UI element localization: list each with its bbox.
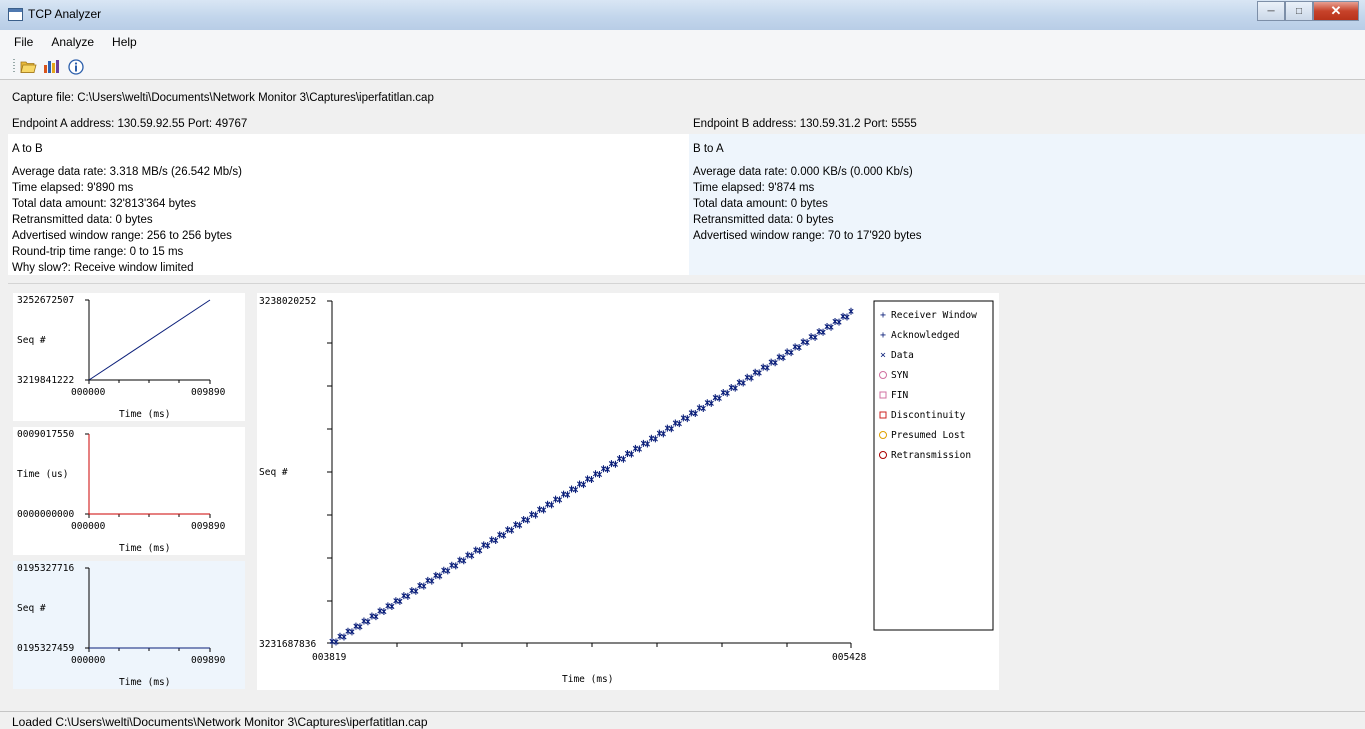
data-series (329, 307, 854, 646)
data-marker: × (880, 350, 886, 361)
menu-analyze[interactable]: Analyze (51, 35, 94, 49)
menu-bar: File Analyze Help (0, 30, 1365, 54)
legend-item: SYN (891, 370, 908, 381)
x-tick-label: 000000 (71, 655, 106, 666)
status-text: Loaded C:\Users\welti\Documents\Network … (12, 715, 428, 729)
x-tick-label: 000000 (71, 521, 106, 532)
legend-item: Acknowledged (891, 330, 960, 341)
title-bar: TCP Analyzer ─ □ ✕ (0, 0, 1365, 30)
tick-marks (85, 433, 211, 518)
maximize-icon[interactable]: □ (1285, 1, 1313, 21)
x-tick-label: 003819 (312, 652, 347, 663)
mini-b-seq-chart: 0195327716 0195327459 000000 009890 Seq … (17, 563, 226, 688)
legend-item: FIN (891, 390, 908, 401)
a-to-b-line: Retransmitted data: 0 bytes (12, 214, 153, 226)
b-to-a-line: Average data rate: 0.000 KB/s (0.000 Kb/… (693, 166, 913, 178)
toolbar-grip[interactable] (13, 59, 15, 74)
mini-seq-chart-panel[interactable]: 3252672507 3219841222 000000 009890 Seq … (13, 293, 245, 421)
rtt-series-line (88, 434, 210, 515)
seq-series-line (88, 299, 211, 381)
connection-info-panel: Capture file: C:\Users\welti\Documents\N… (8, 82, 1365, 275)
menu-file[interactable]: File (14, 35, 33, 49)
a-to-b-line: Total data amount: 32'813'364 bytes (12, 198, 197, 210)
legend-item: Discontinuity (891, 410, 966, 421)
capture-file-row: Capture file: C:\Users\welti\Documents\N… (12, 92, 434, 104)
main-seq-chart-panel[interactable]: 3238020252 3231687836 003819 005428 Seq … (257, 293, 999, 690)
x-tick-label: 009890 (191, 387, 226, 398)
b-to-a-title: B to A (693, 143, 724, 155)
status-bar: Loaded C:\Users\welti\Documents\Network … (0, 711, 1365, 729)
legend-item: Retransmission (891, 450, 971, 461)
legend-item: Receiver Window (891, 310, 977, 321)
a-to-b-line: Time elapsed: 9'890 ms (12, 182, 134, 194)
a-to-b-title: A to B (12, 143, 43, 155)
open-folder-icon[interactable] (20, 58, 37, 75)
a-to-b-stats: A to B Average data rate: 3.318 MB/s (26… (8, 134, 689, 275)
y-tick-label: 3231687836 (259, 639, 316, 650)
x-tick-label: 009890 (191, 655, 226, 666)
y-tick-label: 3219841222 (17, 375, 74, 386)
a-to-b-line: Average data rate: 3.318 MB/s (26.542 Mb… (12, 166, 242, 178)
legend-item: Data (891, 350, 914, 361)
mini-rtt-chart-panel[interactable]: 0009017550 0000000000 000000 009890 Time… (13, 427, 245, 555)
analyze-chart-icon[interactable] (43, 58, 60, 75)
mini-seq-chart: 3252672507 3219841222 000000 009890 Seq … (17, 295, 226, 420)
receiver-window-marker: + (880, 310, 886, 321)
b-to-a-line: Time elapsed: 9'874 ms (693, 182, 815, 194)
b-to-a-line: Retransmitted data: 0 bytes (693, 214, 834, 226)
data-point (848, 307, 854, 315)
window-title: TCP Analyzer (28, 7, 102, 21)
x-axis-label: Time (ms) (119, 409, 170, 420)
menu-help[interactable]: Help (112, 35, 137, 49)
toolbar (0, 54, 1365, 80)
y-axis-label: Seq # (17, 335, 46, 346)
tick-marks (327, 300, 852, 648)
a-to-b-line: Why slow?: Receive window limited (12, 262, 194, 274)
capture-file-path: C:\Users\welti\Documents\Network Monitor… (77, 92, 434, 104)
x-tick-label: 009890 (191, 521, 226, 532)
app-icon (8, 8, 23, 21)
b-to-a-line: Advertised window range: 70 to 17'920 by… (693, 230, 922, 242)
a-to-b-line: Round-trip time range: 0 to 15 ms (12, 246, 184, 258)
x-axis-label: Time (ms) (119, 543, 170, 554)
main-seq-chart: 3238020252 3231687836 003819 005428 Seq … (259, 296, 994, 685)
x-axis-label: Time (ms) (119, 677, 170, 688)
y-axis-label: Seq # (17, 603, 46, 614)
endpoint-b-address: Endpoint B address: 130.59.31.2 Port: 55… (693, 118, 917, 130)
x-tick-label: 000000 (71, 387, 106, 398)
mini-b-seq-chart-panel[interactable]: 0195327716 0195327459 000000 009890 Seq … (13, 561, 245, 689)
capture-file-label: Capture file: (12, 92, 75, 104)
y-tick-label: 0009017550 (17, 429, 74, 440)
minimize-icon[interactable]: ─ (1257, 1, 1285, 21)
y-tick-label: 3252672507 (17, 295, 74, 306)
about-info-icon[interactable] (67, 58, 84, 75)
y-axis-label: Time (us) (17, 469, 68, 480)
tick-marks (85, 567, 211, 652)
legend-item: Presumed Lost (891, 430, 965, 441)
y-tick-label: 0195327716 (17, 563, 74, 574)
b-to-a-line: Total data amount: 0 bytes (693, 198, 828, 210)
mini-rtt-chart: 0009017550 0000000000 000000 009890 Time… (17, 429, 226, 554)
b-to-a-stats: B to A Average data rate: 0.000 KB/s (0.… (689, 134, 1365, 275)
y-tick-label: 0000000000 (17, 509, 74, 520)
y-tick-label: 3238020252 (259, 296, 316, 307)
close-icon[interactable]: ✕ (1313, 1, 1359, 21)
y-axis-label: Seq # (259, 467, 288, 478)
window-controls: ─ □ ✕ (1257, 1, 1359, 21)
acknowledged-marker: + (880, 330, 886, 341)
y-tick-label: 0195327459 (17, 643, 74, 654)
x-tick-label: 005428 (832, 652, 867, 663)
a-to-b-line: Advertised window range: 256 to 256 byte… (12, 230, 232, 242)
endpoint-a-address: Endpoint A address: 130.59.92.55 Port: 4… (12, 118, 248, 130)
x-axis-label: Time (ms) (562, 674, 613, 685)
